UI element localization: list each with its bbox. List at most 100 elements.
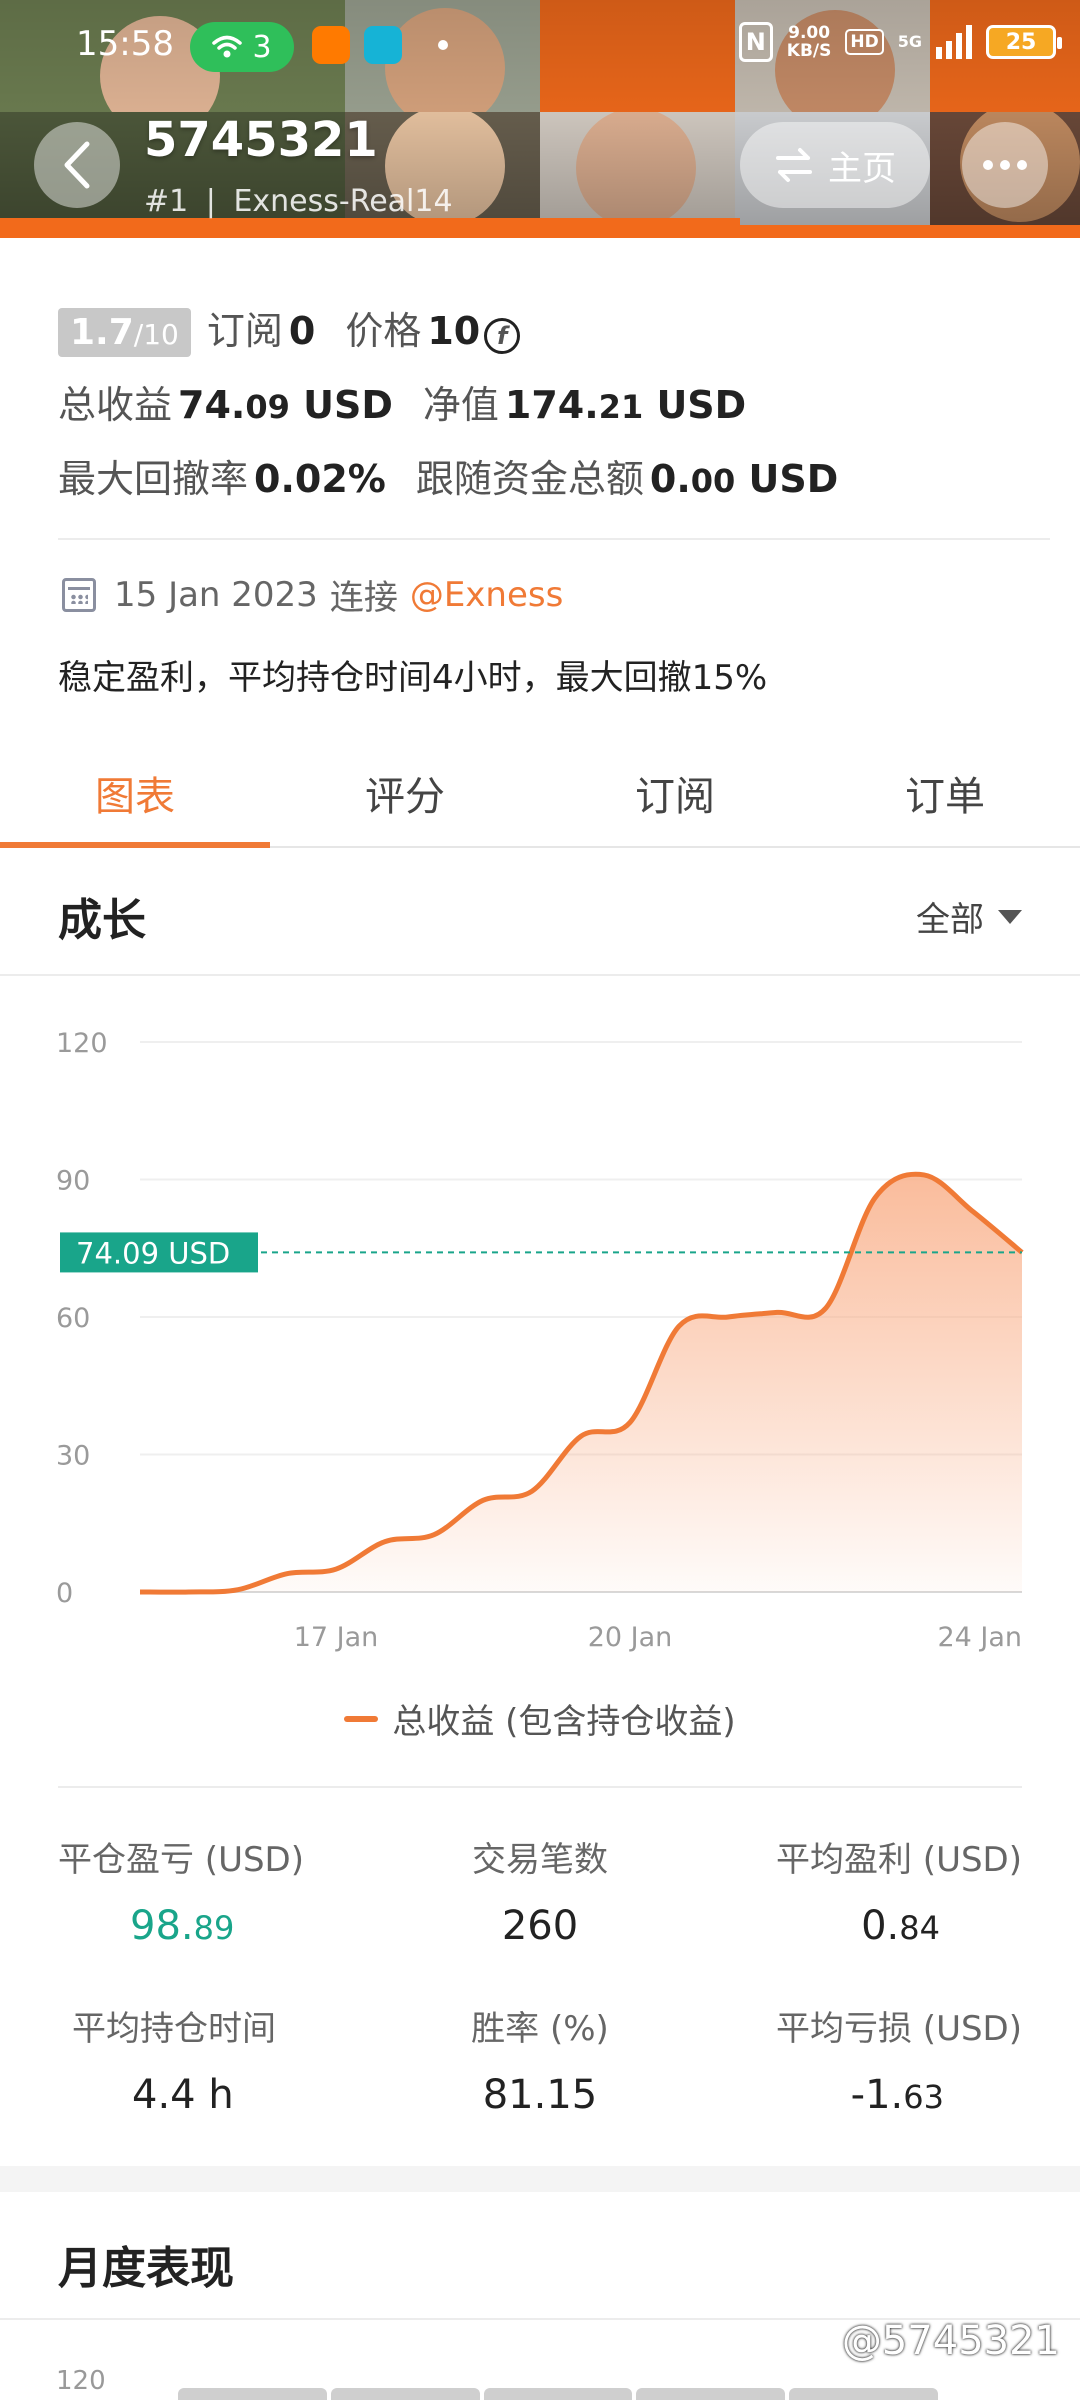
broker-link[interactable]: @Exness	[410, 575, 564, 615]
account-subtitle: #1 | Exness-Real14	[144, 184, 453, 219]
stat-closed-pnl: 平仓盈亏 (USD) 98.89	[58, 1832, 379, 1949]
battery-level: 25	[1005, 29, 1037, 55]
price-value: 10	[427, 309, 481, 353]
signal-icon	[936, 25, 972, 59]
stat-avg-profit: 平均盈利 (USD) 0.84	[701, 1832, 1022, 1949]
home-button-label: 主页	[828, 148, 896, 189]
equity-label: 净值	[422, 383, 499, 427]
stat-avg-loss: 平均亏损 (USD) -1.63	[701, 2001, 1022, 2118]
status-icons: N 9.00 KB/S HD 5G 25	[738, 22, 1062, 62]
growth-chart: 0 30 60 90 120 74.09 USD 17 Jan 20 Jan 24 Jan	[56, 1028, 1024, 1653]
y-tick-label: 0	[56, 1578, 73, 1609]
max-drawdown-label: 最大回撤率	[58, 457, 249, 501]
x-tick-label: 17 Jan	[294, 1622, 379, 1653]
divider	[58, 1786, 1022, 1788]
tab-subscribe[interactable]: 订阅	[540, 740, 810, 846]
stat-value: 4.4 h	[132, 2072, 234, 2118]
growth-area	[140, 1174, 1022, 1593]
more-options-button[interactable]	[962, 122, 1048, 208]
stat-trade-count: 交易笔数 260	[379, 1832, 700, 1949]
nfc-icon: N	[738, 22, 773, 62]
battery-icon: 25	[986, 25, 1062, 59]
stat-value: 260	[501, 1903, 579, 1949]
monthly-title: 月度表现	[58, 2243, 234, 2294]
stat-avg-hold-time: 平均持仓时间 4.4 h	[58, 2001, 379, 2118]
total-profit-value: 74.09 USD	[178, 383, 393, 427]
divider	[0, 974, 1080, 976]
x-tick-label: 24 Jan	[937, 1622, 1022, 1653]
monthly-axis-tick: 120	[56, 2366, 106, 2396]
stat-value: 98.89	[130, 1903, 235, 1949]
account-server: Exness-Real14	[233, 184, 453, 219]
stat-label: 平仓盈亏 (USD)	[58, 1840, 304, 1880]
max-drawdown-value: 0.02%	[254, 457, 386, 501]
app-notification-icon	[364, 26, 402, 64]
y-tick-label: 30	[56, 1441, 90, 1472]
growth-title: 成长	[58, 895, 146, 946]
connect-label: 连接	[329, 578, 398, 618]
growth-range-value: 全部	[916, 900, 984, 940]
swap-icon	[776, 148, 812, 182]
stat-label: 平均持仓时间	[72, 2009, 276, 2049]
account-id: 5745321	[144, 112, 378, 168]
follow-funds-label: 跟随资金总额	[415, 457, 644, 501]
tab-chart[interactable]: 图表	[0, 740, 270, 848]
summary-row-2: 总收益 74.09 USD 净值 174.21 USD	[58, 374, 1048, 448]
status-time: 15:58	[76, 24, 174, 64]
equity-value: 174.21 USD	[504, 383, 747, 427]
hotspot-indicator: 3	[190, 22, 294, 72]
legend-line-icon	[344, 1715, 379, 1722]
profile-header: 15:58 3 N 9.00 KB/S HD 5G 25 5745321 #1	[0, 0, 1080, 238]
subscribe-label: 订阅	[206, 309, 283, 353]
stat-value: 0.84	[861, 1903, 940, 1949]
tab-orders[interactable]: 订单	[810, 740, 1080, 846]
chevron-left-icon	[64, 141, 90, 189]
stat-value: 81.15	[482, 2072, 598, 2118]
app-notification-icon	[312, 26, 350, 64]
subscribe-value: 0	[288, 309, 316, 353]
back-button[interactable]	[34, 122, 120, 208]
coin-icon: f	[484, 318, 521, 354]
stat-value: -1.63	[850, 2072, 944, 2118]
caret-down-icon	[998, 909, 1022, 924]
total-profit-label: 总收益	[58, 383, 173, 427]
hd-voice-icon: HD	[845, 29, 884, 55]
tab-rating[interactable]: 评分	[270, 740, 540, 846]
rating-badge: 1.7 /10	[58, 308, 191, 357]
legend-label: 总收益 (包含持仓收益)	[392, 1702, 736, 1742]
network-type: 5G	[897, 32, 922, 51]
home-button[interactable]: 主页	[740, 122, 930, 208]
calendar-icon	[62, 577, 96, 612]
y-tick-label: 120	[56, 1028, 108, 1059]
wifi-icon	[212, 35, 243, 58]
chart-legend: 总收益 (包含持仓收益)	[0, 1694, 1080, 1743]
stat-label: 交易笔数	[471, 1840, 608, 1880]
account-rank: #1	[144, 184, 189, 219]
section-separator	[0, 2166, 1080, 2192]
summary-row-1: 1.7 /10 订阅 0 价格 10 f	[58, 300, 1048, 374]
strategy-description: 稳定盈利，平均持仓时间4小时，最大回撤15%	[58, 658, 768, 698]
divider	[58, 538, 1050, 540]
price-label: 价格	[345, 309, 422, 353]
watermark: @5745321	[841, 2318, 1060, 2364]
header-accent-strip	[0, 218, 740, 238]
y-tick-label: 60	[56, 1303, 90, 1334]
trading-stats: 平仓盈亏 (USD) 98.89 交易笔数 260 平均盈利 (USD) 0.8…	[58, 1832, 1022, 2118]
follow-funds-value: 0.00 USD	[649, 457, 839, 501]
reference-label: 74.09 USD	[76, 1236, 230, 1270]
stat-label: 平均盈利 (USD)	[776, 1840, 1022, 1880]
stat-label: 胜率 (%)	[471, 2009, 609, 2049]
stat-win-rate: 胜率 (%) 81.15	[379, 2001, 700, 2118]
tab-bar: 图表 评分 订阅 订单	[0, 740, 1080, 848]
account-summary: 1.7 /10 订阅 0 价格 10 f 总收益 74.09 USD 净值 17…	[58, 300, 1048, 522]
more-icon	[983, 160, 993, 170]
connect-date: 15 Jan 2023	[114, 574, 318, 615]
hotspot-count: 3	[252, 29, 272, 65]
network-speed: 9.00 KB/S	[786, 23, 832, 61]
notification-dot-icon	[438, 40, 448, 50]
growth-range-dropdown[interactable]: 全部	[916, 892, 1022, 941]
monthly-bars-preview	[178, 2388, 938, 2400]
connection-info: 15 Jan 2023 连接 @Exness	[62, 570, 563, 619]
summary-row-3: 最大回撤率 0.02% 跟随资金总额 0.00 USD	[58, 448, 1048, 522]
y-tick-label: 90	[56, 1166, 90, 1197]
